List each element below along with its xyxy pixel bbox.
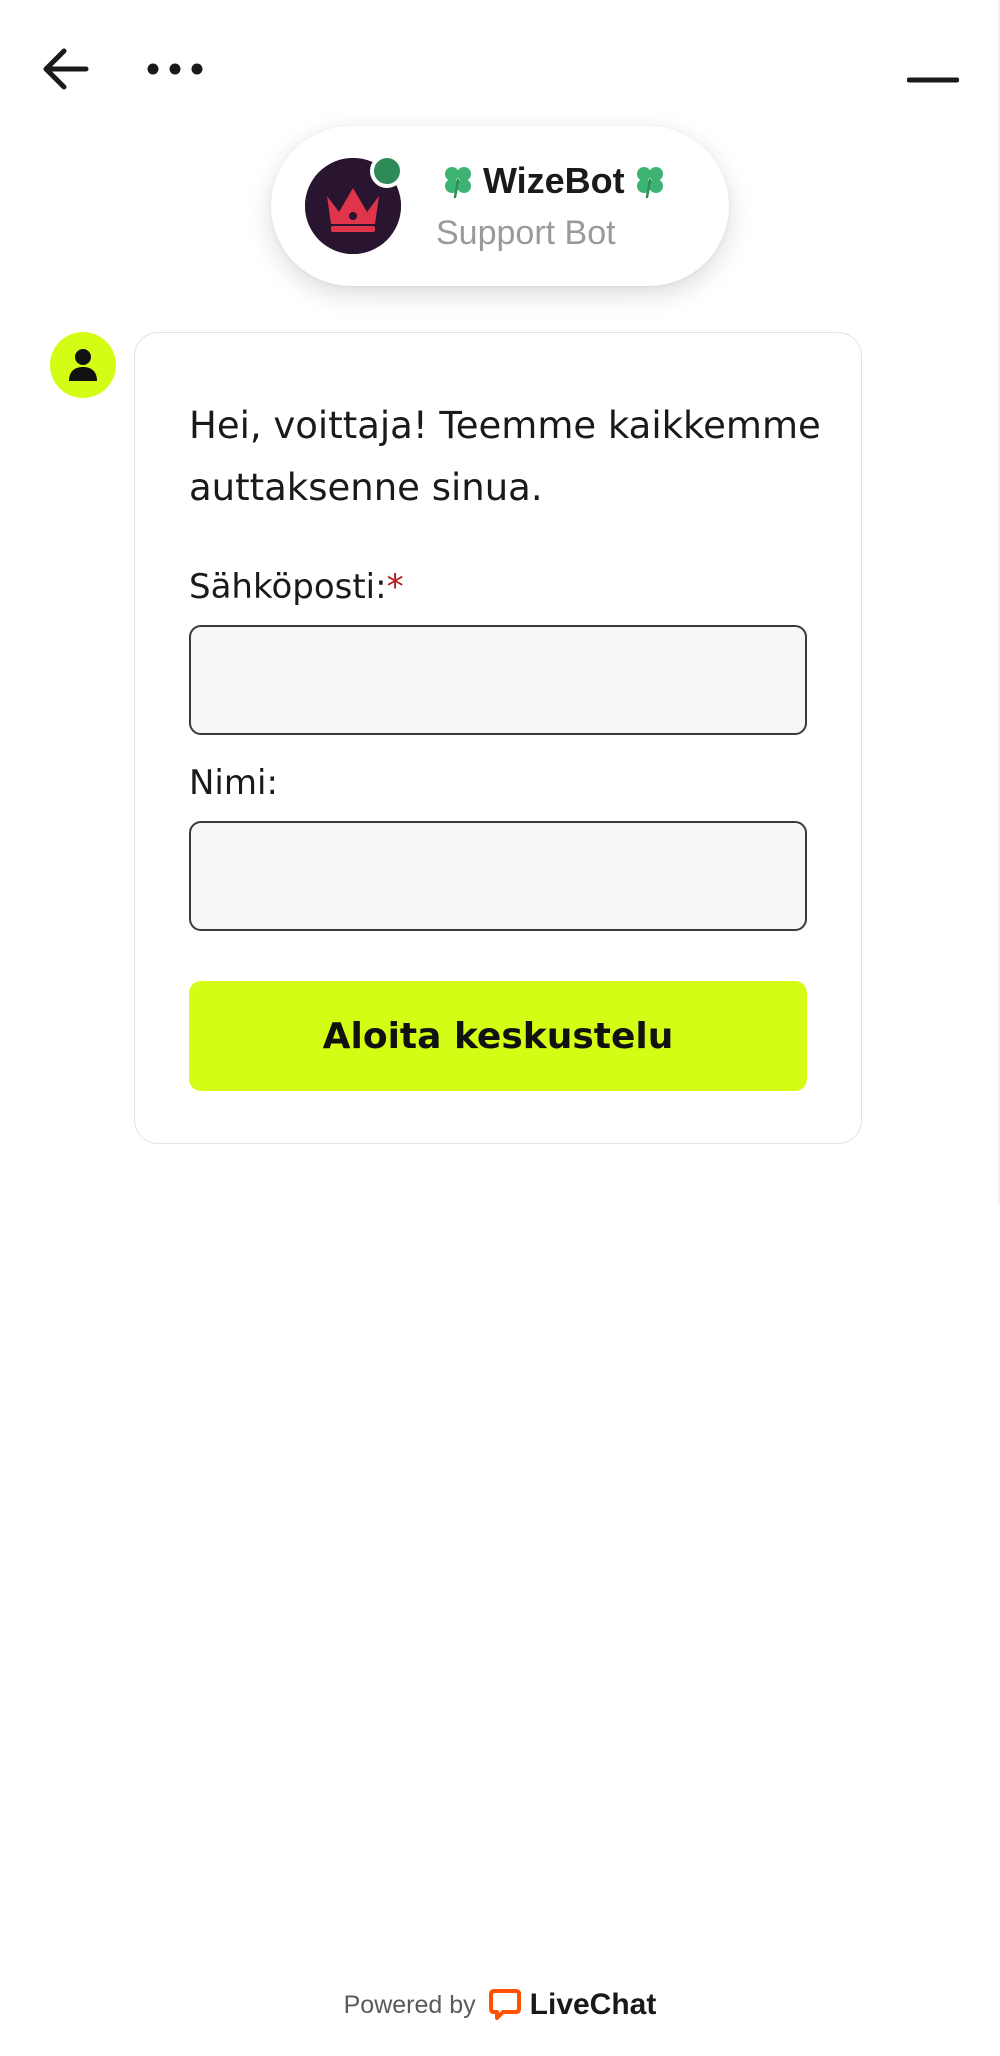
agent-name: WizeBot — [483, 160, 625, 201]
brand-name: LiveChat — [529, 1988, 657, 2021]
powered-by-text: Powered by — [343, 1990, 476, 2019]
agent-role: Support Bot — [436, 214, 616, 252]
chat-bubble-icon — [488, 1989, 521, 2020]
livechat-brand-link[interactable]: LiveChat — [488, 1988, 657, 2022]
name-input[interactable] — [189, 821, 807, 931]
more-options-button[interactable] — [140, 44, 210, 94]
more-horizontal-icon — [147, 63, 203, 75]
minimize-icon — [907, 77, 959, 83]
prechat-form: Hei, voittaja! Teemme kaikkemme auttakse… — [134, 332, 862, 1144]
agent-card: WizeBot Support Bot — [271, 126, 729, 286]
user-avatar — [50, 332, 116, 398]
name-label: Nimi: — [189, 763, 278, 803]
powered-by-footer: Powered by LiveChat — [0, 1980, 1000, 2030]
email-input[interactable] — [189, 625, 807, 735]
required-marker: * — [386, 567, 404, 607]
email-label-text: Sähköposti: — [189, 567, 387, 607]
greeting-message: Hei, voittaja! Teemme kaikkemme auttakse… — [189, 404, 821, 509]
user-icon — [69, 349, 97, 381]
four-leaf-clover-icon — [445, 167, 471, 199]
start-chat-button[interactable]: Aloita keskustelu — [189, 981, 807, 1091]
chat-header — [0, 0, 1000, 130]
minimize-button[interactable] — [900, 55, 966, 105]
back-button[interactable] — [36, 40, 94, 98]
email-label: Sähköposti:* — [189, 567, 404, 607]
four-leaf-clover-icon — [636, 167, 663, 199]
agent-name-row: WizeBot — [441, 156, 667, 206]
arrow-left-icon — [43, 48, 89, 90]
online-status-dot — [370, 154, 404, 188]
